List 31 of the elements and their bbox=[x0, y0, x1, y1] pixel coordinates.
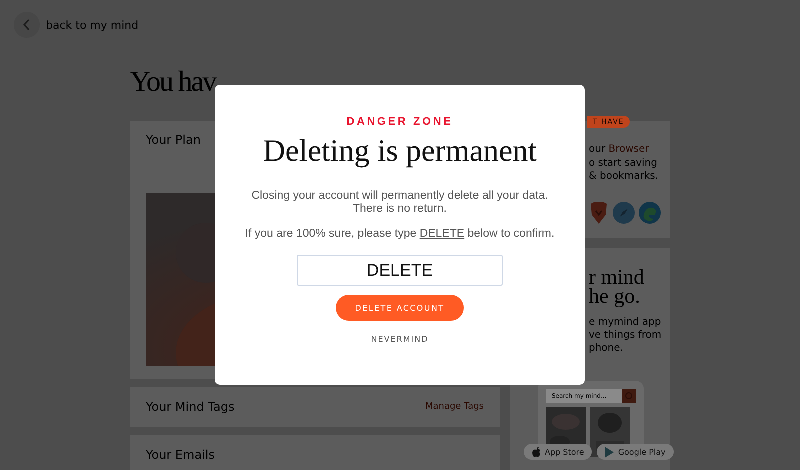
browser-text: & bookmarks. bbox=[589, 170, 660, 184]
modal-title: Deleting is permanent bbox=[263, 134, 537, 168]
app-card-text: ve things from bbox=[589, 329, 663, 342]
search-button-icon bbox=[622, 389, 636, 403]
swirl-icon[interactable] bbox=[639, 202, 661, 224]
compass-icon[interactable] bbox=[613, 202, 635, 224]
browser-text: our Browser bbox=[589, 143, 650, 156]
confirm-input-field[interactable]: DELETE bbox=[297, 255, 503, 286]
nevermind-button[interactable]: NEVERMIND bbox=[367, 333, 433, 346]
apple-icon bbox=[532, 446, 541, 458]
app-card-text: phone. bbox=[589, 342, 624, 355]
page-heading: You hav bbox=[130, 68, 218, 97]
modal-eyebrow: DANGER ZONE bbox=[346, 116, 454, 128]
google-play-button[interactable]: Google Play bbox=[597, 444, 674, 460]
card-title: Your Plan bbox=[146, 133, 202, 147]
modal-message: Closing your account will permanently delete all your data. There is no return. bbox=[252, 190, 548, 216]
delete-account-button[interactable]: DELETE ACCOUNT bbox=[336, 295, 464, 322]
back-button[interactable] bbox=[14, 12, 40, 38]
chevron-left-icon bbox=[23, 19, 31, 31]
app-card-title: he go. bbox=[589, 287, 640, 306]
play-icon bbox=[605, 446, 614, 458]
app-card-text: e mymind app bbox=[589, 316, 662, 329]
browser-link[interactable]: Browser bbox=[608, 144, 650, 155]
card-title: Your Emails bbox=[146, 448, 215, 462]
card-title: Your Mind Tags bbox=[146, 400, 235, 414]
manage-tags-link[interactable]: Manage Tags bbox=[425, 402, 484, 412]
browser-text: o start saving bbox=[589, 156, 658, 170]
confirm-instruction: If you are 100% sure, please type DELETE below to confirm. bbox=[245, 228, 555, 242]
app-card-title: r mind bbox=[589, 268, 646, 287]
back-link[interactable]: back to my mind bbox=[46, 18, 139, 32]
app-store-button[interactable]: App Store bbox=[524, 444, 592, 460]
